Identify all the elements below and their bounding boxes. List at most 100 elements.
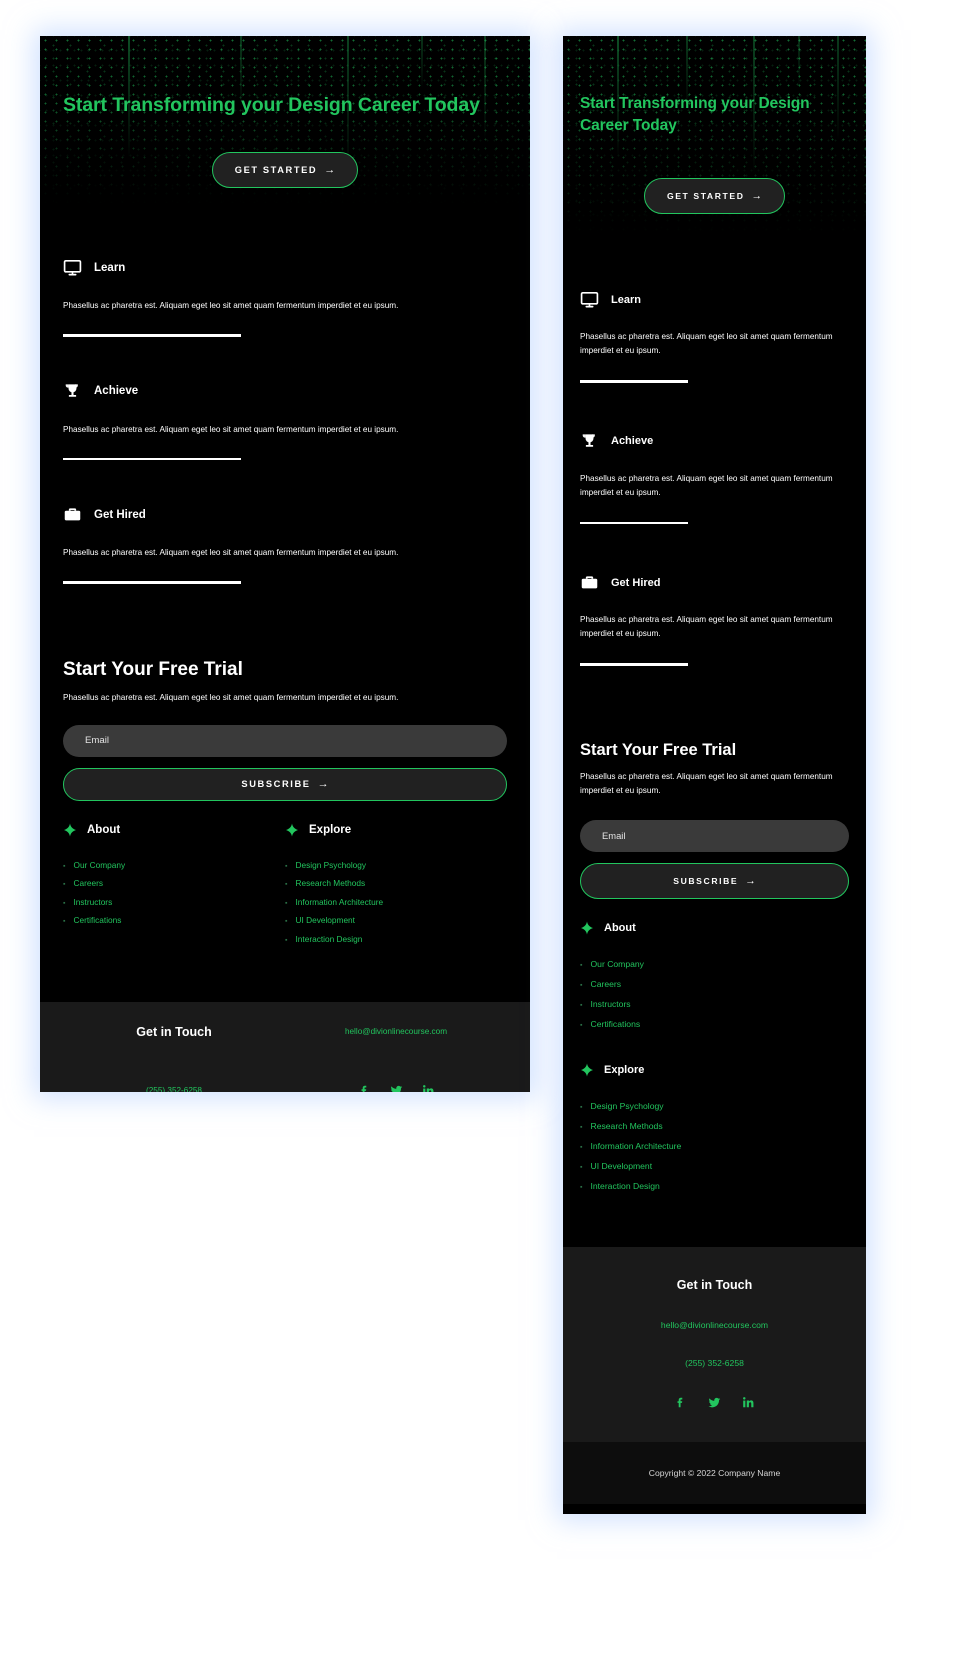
arrow-right-icon: → bbox=[751, 190, 763, 202]
list-item[interactable]: ▪ Certifications bbox=[63, 915, 285, 925]
footer-link[interactable]: Careers bbox=[590, 979, 621, 989]
contact-title-cell: Get in Touch bbox=[63, 1025, 285, 1039]
screenshot-stage: Start Transforming your Design Career To… bbox=[0, 0, 960, 1664]
hero-title: Start Transforming your Design Career To… bbox=[580, 95, 810, 134]
bullet-icon: ▪ bbox=[63, 881, 66, 889]
sparkle-icon bbox=[580, 921, 594, 935]
bullet-icon: ▪ bbox=[285, 881, 288, 889]
get-started-button[interactable]: GET STARTED → bbox=[211, 152, 359, 188]
footer-column-header: Explore bbox=[580, 1063, 849, 1077]
contact-title: Get in Touch bbox=[136, 1024, 212, 1039]
email-input[interactable] bbox=[580, 819, 849, 852]
list-item[interactable]: ▪ Interaction Design bbox=[285, 934, 507, 944]
footer-link[interactable]: Instructors bbox=[73, 897, 112, 907]
list-item[interactable]: ▪ Certifications bbox=[580, 1019, 849, 1029]
linkedin-icon[interactable] bbox=[742, 1396, 755, 1409]
bullet-icon: ▪ bbox=[580, 1143, 583, 1151]
twitter-icon[interactable] bbox=[708, 1396, 721, 1409]
contact-section: Get in Touch hello@divionlinecourse.com … bbox=[40, 1002, 530, 1092]
footer-link[interactable]: Information Architecture bbox=[295, 897, 383, 907]
footer-link[interactable]: UI Development bbox=[295, 915, 355, 925]
bullet-icon: ▪ bbox=[63, 918, 66, 926]
footer-link[interactable]: Design Psychology bbox=[590, 1101, 663, 1111]
list-item[interactable]: ▪ Our Company bbox=[63, 860, 285, 870]
footer-link-list: ▪ Our Company ▪ Careers ▪ Instructors ▪ Cert… bbox=[580, 959, 849, 1029]
list-item[interactable]: ▪ Instructors bbox=[580, 999, 849, 1009]
list-item[interactable]: ▪ Interaction Design bbox=[580, 1181, 849, 1191]
list-item[interactable]: ▪ Careers bbox=[63, 878, 285, 888]
arrow-right-icon: → bbox=[317, 778, 329, 791]
feature-description: Phasellus ac pharetra est. Aliquam eget … bbox=[580, 332, 833, 355]
footer-link-list: ▪ Design Psychology ▪ Research Methods ▪ In… bbox=[580, 1101, 849, 1191]
features-section: Learn Phasellus ac pharetra est. Aliquam… bbox=[40, 232, 530, 584]
list-item[interactable]: ▪ Research Methods bbox=[285, 878, 507, 888]
list-item[interactable]: ▪ Information Architecture bbox=[285, 897, 507, 907]
facebook-icon[interactable] bbox=[358, 1084, 371, 1092]
footer-column-header: Explore bbox=[285, 823, 507, 837]
footer-link[interactable]: UI Development bbox=[590, 1161, 652, 1171]
footer-link[interactable]: Design Psychology bbox=[295, 860, 366, 870]
briefcase-icon bbox=[581, 576, 598, 589]
feature-divider bbox=[580, 663, 688, 666]
sparkle-icon bbox=[580, 1063, 594, 1077]
subscribe-button[interactable]: SUBSCRIBE → bbox=[580, 862, 849, 899]
footer-link[interactable]: Our Company bbox=[73, 860, 125, 870]
contact-phone-link[interactable]: (255) 352-6258 bbox=[685, 1358, 744, 1368]
email-input[interactable] bbox=[63, 724, 507, 757]
linkedin-icon[interactable] bbox=[422, 1084, 435, 1092]
list-item[interactable]: ▪ Design Psychology bbox=[580, 1101, 849, 1111]
footer-link[interactable]: Interaction Design bbox=[295, 934, 362, 944]
monitor-icon bbox=[580, 291, 599, 308]
footer-column-header: About bbox=[580, 921, 849, 935]
feature-divider bbox=[63, 334, 241, 337]
contact-email-link[interactable]: hello@divionlinecourse.com bbox=[661, 1320, 768, 1330]
list-item[interactable]: ▪ UI Development bbox=[285, 915, 507, 925]
twitter-icon[interactable] bbox=[390, 1084, 403, 1092]
free-trial-section: Start Your Free Trial Phasellus ac phare… bbox=[563, 715, 866, 899]
footer-link[interactable]: Research Methods bbox=[590, 1121, 662, 1131]
footer-link[interactable]: Information Architecture bbox=[590, 1141, 681, 1151]
feature-item: Achieve Phasellus ac pharetra est. Aliqu… bbox=[580, 432, 849, 525]
footer-link[interactable]: Certifications bbox=[73, 915, 121, 925]
footer-link[interactable]: Our Company bbox=[590, 959, 644, 969]
footer-column-title: Explore bbox=[604, 1063, 645, 1076]
social-links bbox=[358, 1084, 435, 1092]
briefcase-icon bbox=[64, 508, 81, 521]
feature-title: Achieve bbox=[94, 385, 139, 398]
list-item[interactable]: ▪ Instructors bbox=[63, 897, 285, 907]
list-item[interactable]: ▪ Careers bbox=[580, 979, 849, 989]
subscribe-button[interactable]: SUBSCRIBE → bbox=[63, 767, 507, 801]
features-section: Learn Phasellus ac pharetra est. Aliquam… bbox=[563, 266, 866, 666]
list-item[interactable]: ▪ Design Psychology bbox=[285, 860, 507, 870]
bullet-icon: ▪ bbox=[285, 936, 288, 944]
footer-column-header: About bbox=[63, 823, 285, 837]
feature-divider bbox=[580, 521, 688, 525]
footer-link[interactable]: Interaction Design bbox=[590, 1181, 659, 1191]
bullet-icon: ▪ bbox=[580, 1103, 583, 1111]
list-item[interactable]: ▪ Our Company bbox=[580, 959, 849, 969]
list-item[interactable]: ▪ Research Methods bbox=[580, 1121, 849, 1131]
feature-header: Learn bbox=[63, 258, 507, 277]
list-item[interactable]: ▪ UI Development bbox=[580, 1161, 849, 1171]
feature-header: Get Hired bbox=[63, 505, 507, 524]
feature-title: Learn bbox=[611, 293, 641, 306]
get-started-button[interactable]: GET STARTED → bbox=[643, 178, 786, 214]
facebook-icon[interactable] bbox=[674, 1396, 687, 1409]
footer-link[interactable]: Certifications bbox=[590, 1019, 640, 1029]
list-item[interactable]: ▪ Information Architecture bbox=[580, 1141, 849, 1151]
contact-email-link[interactable]: hello@divionlinecourse.com bbox=[345, 1027, 447, 1036]
contact-phone-cell: (255) 352-6258 bbox=[63, 1086, 285, 1092]
contact-phone-link[interactable]: (255) 352-6258 bbox=[146, 1086, 202, 1092]
footer-link[interactable]: Research Methods bbox=[295, 878, 365, 888]
footer-link[interactable]: Instructors bbox=[590, 999, 630, 1009]
social-links bbox=[674, 1396, 755, 1409]
footer-link-list: ▪ Our Company ▪ Careers ▪ Instructors ▪ Cert… bbox=[63, 860, 285, 926]
feature-title: Get Hired bbox=[611, 576, 661, 589]
footer-link[interactable]: Careers bbox=[73, 878, 103, 888]
contact-row-top: Get in Touch hello@divionlinecourse.com bbox=[63, 1002, 507, 1061]
feature-description: Phasellus ac pharetra est. Aliquam eget … bbox=[63, 301, 399, 310]
hero-title: Start Transforming your Design Career To… bbox=[63, 94, 480, 116]
feature-description: Phasellus ac pharetra est. Aliquam eget … bbox=[63, 424, 399, 434]
bullet-icon: ▪ bbox=[285, 918, 288, 926]
hero-section: Start Transforming your Design Career To… bbox=[40, 36, 530, 232]
